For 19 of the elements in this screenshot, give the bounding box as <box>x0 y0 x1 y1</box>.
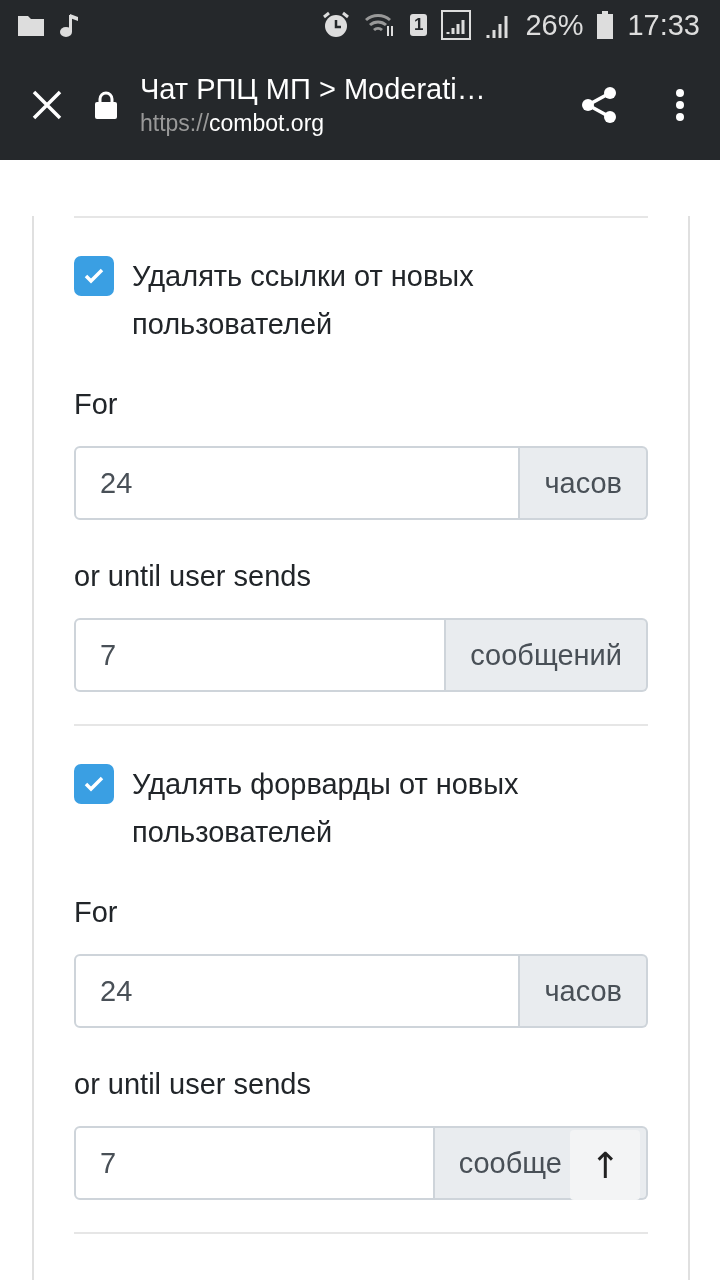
number-field[interactable]: 24 <box>74 446 521 520</box>
number-field[interactable]: 7 <box>74 618 447 692</box>
field-label: For <box>74 895 119 930</box>
number-field[interactable]: 7 <box>74 1126 435 1200</box>
page-title: Чат РПЦ МП > Moderati… <box>140 73 487 106</box>
number-field[interactable]: 24 <box>74 954 521 1028</box>
field-label: For <box>74 387 119 422</box>
field-label: or until user sends <box>74 559 312 594</box>
clock: 17:33 <box>627 8 700 42</box>
battery-percent: 26% <box>525 8 584 42</box>
unit-label: часов <box>520 446 648 520</box>
checkbox-label: Удалять форварды от новых пользователей <box>132 767 520 850</box>
unit-label: сообщений <box>446 618 648 692</box>
scroll-to-top-button[interactable]: ↑ <box>570 1130 640 1200</box>
checkbox-label: Удалять ссылки от новых пользователей <box>132 259 475 342</box>
field-label: or until user sends <box>74 1067 312 1102</box>
unit-label: часов <box>520 954 648 1028</box>
sim-badge: 1 <box>409 14 428 36</box>
page-url: https://combot.org <box>140 110 326 137</box>
